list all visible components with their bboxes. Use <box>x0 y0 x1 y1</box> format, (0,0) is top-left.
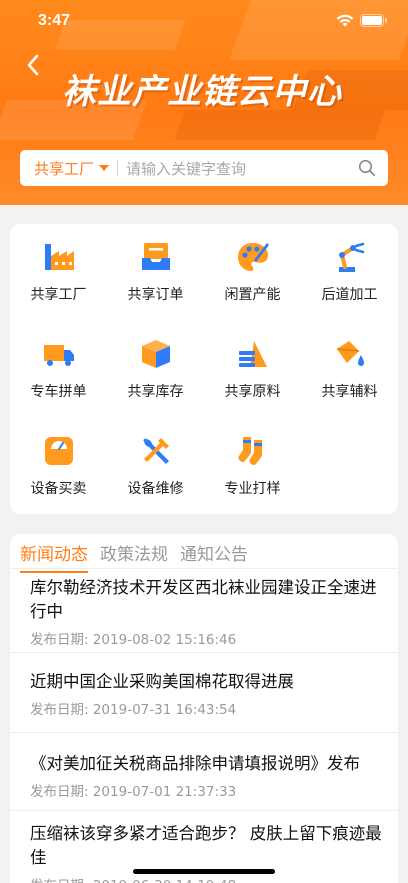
grid-item-label: 共享原料 <box>224 384 281 400</box>
grid-item-equipment-repair[interactable]: 设备维修 <box>107 418 204 508</box>
category-dropdown[interactable]: 共享工厂 <box>34 158 110 179</box>
news-title: 压缩袜该穿多紧才适合跑步？ 皮肤上留下痕迹最佳 <box>30 824 382 867</box>
grid-item-label: 专业打样 <box>224 481 281 497</box>
news-date: 发布日期: 2019-06-30 14:19:48 <box>30 874 388 883</box>
feature-grid: 共享工厂 共享订单 闲置产能 后道加工 专车拼单 共享库存 共享原料 共享辅料 … <box>10 224 398 514</box>
news-date: 发布日期: 2019-07-31 16:43:54 <box>30 702 237 718</box>
paint-bucket-icon <box>336 341 364 366</box>
grid-item-shared-order[interactable]: 共享订单 <box>107 224 204 314</box>
news-divider <box>10 810 398 811</box>
news-date: 发布日期: 2019-07-01 21:37:33 <box>30 784 237 800</box>
search-input[interactable]: 请输入关键字查询 <box>126 158 358 179</box>
tab-notice[interactable]: 通知公告 <box>180 540 248 568</box>
palette-icon <box>237 243 269 271</box>
news-date: 发布日期: 2019-08-02 15:16:46 <box>30 632 237 648</box>
grid-item-shared-factory[interactable]: 共享工厂 <box>10 224 107 314</box>
materials-icon <box>238 341 267 367</box>
news-item[interactable]: 近期中国企业采购美国棉花取得进展 发布日期: 2019-07-31 16:43:… <box>30 670 388 718</box>
grid-item-label: 专车拼单 <box>30 384 87 400</box>
tab-news[interactable]: 新闻动态 <box>20 540 88 573</box>
grid-item-label: 闲置产能 <box>224 287 281 303</box>
news-title: 《对美加征关税商品排除申请填报说明》发布 <box>30 754 360 773</box>
search-icon[interactable] <box>358 159 376 177</box>
grid-item-label: 共享订单 <box>127 287 184 303</box>
status-bar: 3:47 <box>0 0 408 44</box>
grid-item-shared-accessories[interactable]: 共享辅料 <box>301 321 398 411</box>
wrench-hammer-icon <box>142 438 169 464</box>
news-title: 近期中国企业采购美国棉花取得进展 <box>30 672 294 691</box>
factory-icon <box>44 244 74 270</box>
news-tabs: 新闻动态 政策法规 通知公告 <box>20 540 260 573</box>
search-bar: 共享工厂 请输入关键字查询 <box>20 150 388 186</box>
news-divider <box>10 652 398 653</box>
grid-item-label: 设备买卖 <box>30 481 87 497</box>
socks-icon <box>238 437 262 465</box>
tab-divider <box>10 568 398 569</box>
wifi-icon <box>336 14 354 27</box>
grid-item-idle-capacity[interactable]: 闲置产能 <box>204 224 301 314</box>
grid-item-label: 共享库存 <box>127 384 184 400</box>
scale-icon <box>44 437 73 465</box>
grid-item-label: 共享工厂 <box>30 287 87 303</box>
status-time: 3:47 <box>38 12 71 29</box>
news-divider <box>10 732 398 733</box>
caret-down-icon <box>99 165 110 171</box>
search-divider <box>117 160 119 176</box>
grid-item-label: 设备维修 <box>127 481 184 497</box>
grid-item-post-processing[interactable]: 后道加工 <box>301 224 398 314</box>
grid-item-label: 共享辅料 <box>321 384 378 400</box>
grid-item-equipment-trade[interactable]: 设备买卖 <box>10 418 107 508</box>
grid-item-carpool[interactable]: 专车拼单 <box>10 321 107 411</box>
grid-item-shared-materials[interactable]: 共享原料 <box>204 321 301 411</box>
box-icon <box>141 340 170 368</box>
news-item[interactable]: 《对美加征关税商品排除申请填报说明》发布 发布日期: 2019-07-01 21… <box>30 752 388 800</box>
news-title: 库尔勒经济技术开发区西北袜业园建设正全速进行中 <box>30 578 377 621</box>
page-title: 袜业产业链云中心 <box>62 72 342 112</box>
home-indicator <box>133 869 275 874</box>
grid-item-sampling[interactable]: 专业打样 <box>204 418 301 508</box>
news-section: 新闻动态 政策法规 通知公告 库尔勒经济技术开发区西北袜业园建设正全速进行中 发… <box>10 534 398 883</box>
battery-icon <box>360 14 387 27</box>
grid-item-shared-stock[interactable]: 共享库存 <box>107 321 204 411</box>
tab-policy[interactable]: 政策法规 <box>100 540 168 568</box>
truck-icon <box>43 345 74 366</box>
robot-arm-icon <box>338 242 364 272</box>
chevron-left-icon <box>27 54 39 76</box>
order-tray-icon <box>141 243 170 270</box>
category-label: 共享工厂 <box>34 159 95 178</box>
grid-item-label: 后道加工 <box>321 287 378 303</box>
news-item[interactable]: 库尔勒经济技术开发区西北袜业园建设正全速进行中 发布日期: 2019-08-02… <box>30 576 388 648</box>
back-button[interactable] <box>18 50 48 80</box>
